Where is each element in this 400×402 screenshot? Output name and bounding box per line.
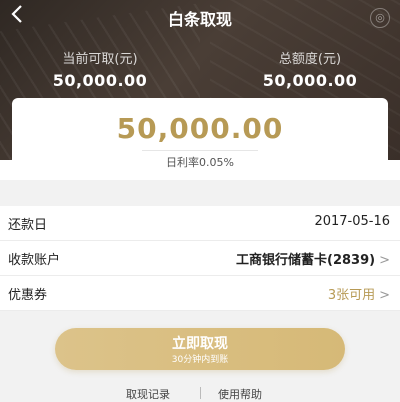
available-label: 当前可取(元) bbox=[62, 52, 138, 67]
row-repayment-date: 还款日 2017-05-16 bbox=[0, 206, 400, 241]
row-coupons[interactable]: 优惠券 3张可用 > bbox=[0, 276, 400, 311]
row-value-wrap[interactable]: 工商银行储蓄卡(2839) > bbox=[236, 249, 390, 268]
withdraw-amount[interactable]: 50,000.00 bbox=[12, 112, 388, 145]
button-label: 立即取现 bbox=[172, 336, 228, 352]
withdraw-now-button[interactable]: 立即取现 30分钟内到账 bbox=[55, 328, 345, 370]
section-separator bbox=[0, 180, 400, 206]
button-sublabel: 30分钟内到账 bbox=[171, 355, 229, 365]
row-value: 工商银行储蓄卡(2839) bbox=[236, 253, 376, 268]
footer-links: 取现记录 使用帮助 bbox=[0, 386, 400, 402]
withdraw-records-link[interactable]: 取现记录 bbox=[126, 386, 170, 402]
row-value: 2017-05-16 bbox=[314, 214, 390, 229]
row-receiving-account[interactable]: 收款账户 工商银行储蓄卡(2839) > bbox=[0, 241, 400, 276]
row-value: 3张可用 bbox=[327, 288, 376, 303]
amount-card[interactable]: 50,000.00 日利率0.05% bbox=[12, 98, 388, 180]
daily-rate: 日利率0.05% bbox=[166, 156, 234, 169]
total-value: 50,000.00 bbox=[262, 71, 358, 90]
row-value-wrap[interactable]: 3张可用 > bbox=[328, 284, 390, 303]
row-label: 优惠券 bbox=[8, 288, 48, 303]
chevron-right-icon: > bbox=[379, 288, 390, 303]
link-divider bbox=[200, 387, 201, 399]
divider bbox=[142, 150, 258, 151]
help-link[interactable]: 使用帮助 bbox=[218, 386, 262, 402]
total-label: 总额度(元) bbox=[278, 52, 342, 67]
available-value: 50,000.00 bbox=[52, 71, 148, 90]
row-label: 收款账户 bbox=[8, 253, 61, 268]
available-quota: 当前可取(元) 50,000.00 bbox=[40, 48, 160, 90]
total-quota: 总额度(元) 50,000.00 bbox=[250, 48, 370, 90]
page-title: 白条取现 bbox=[167, 10, 232, 29]
chevron-right-icon: > bbox=[379, 253, 390, 268]
row-label: 还款日 bbox=[8, 218, 48, 233]
circle-logo-icon: ◎ bbox=[370, 8, 390, 28]
